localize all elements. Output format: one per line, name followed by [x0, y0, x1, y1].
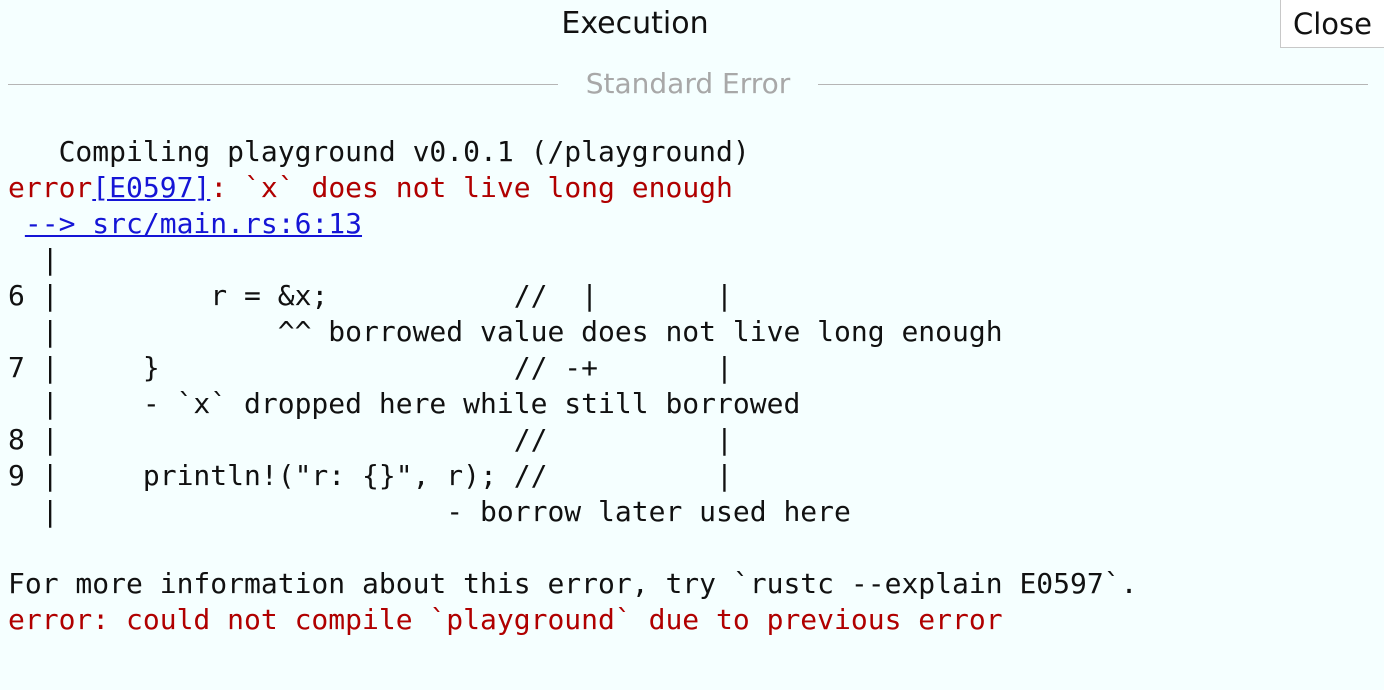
stderr-output: Compiling playground v0.0.1 (/playground… [8, 134, 1378, 638]
code-line: 7 | } // -+ | [8, 351, 733, 384]
location-indent [8, 207, 25, 240]
section-label: Standard Error [585, 67, 791, 100]
compiling-line: Compiling playground v0.0.1 (/playground… [8, 135, 750, 168]
code-line: | - `x` dropped here while still borrowe… [8, 387, 801, 420]
source-location-link[interactable]: --> src/main.rs:6:13 [25, 207, 362, 240]
location-line: --> src/main.rs:6:13 [8, 206, 1378, 242]
code-line: | - borrow later used here [8, 495, 851, 528]
code-line: 9 | println!("r: {}", r); // | [8, 459, 733, 492]
error-code-link[interactable]: [E0597] [92, 171, 210, 204]
execution-header: Execution Close [0, 0, 1384, 50]
error-line: error[E0597]: `x` does not live long eno… [8, 170, 1378, 206]
error-message: : `x` does not live long enough [210, 171, 733, 204]
code-line: 6 | r = &x; // | | [8, 279, 733, 312]
divider-right [818, 83, 1368, 85]
more-info-line: For more information about this error, t… [8, 567, 1138, 600]
section-header-stderr: Standard Error [8, 66, 1368, 102]
close-button[interactable]: Close [1280, 0, 1384, 48]
final-error-line: error: could not compile `playground` du… [8, 603, 1003, 636]
error-prefix: error [8, 171, 93, 204]
code-line: | ^^ borrowed value does not live long e… [8, 315, 1003, 348]
divider-left [8, 83, 558, 85]
code-line: 8 | // | [8, 423, 733, 456]
code-line: | [8, 243, 59, 276]
page-title: Execution [561, 6, 709, 41]
